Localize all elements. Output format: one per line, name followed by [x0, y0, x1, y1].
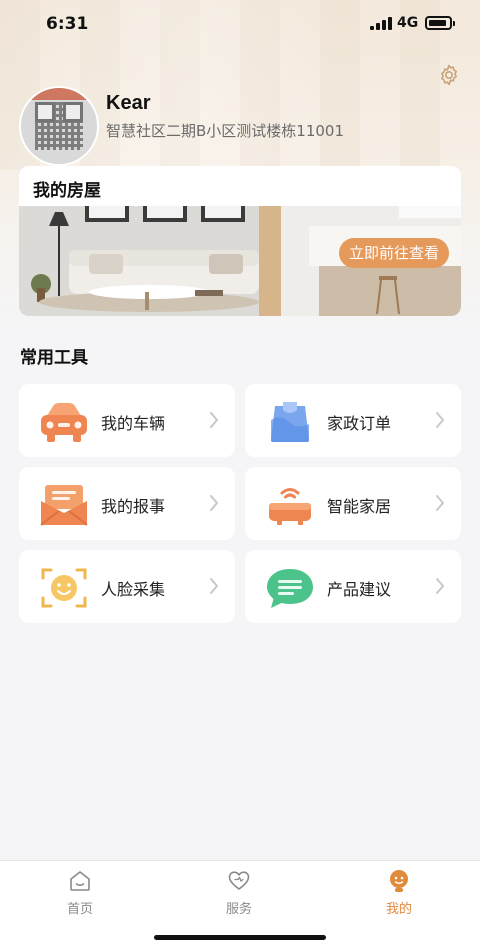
user-address: 智慧社区二期B小区测试楼栋11001 — [106, 122, 345, 140]
car-icon — [41, 403, 87, 442]
battery-level — [429, 20, 446, 26]
user-name: Kear — [106, 92, 151, 114]
my-house-card[interactable]: 我的房屋 立即前往查看 — [19, 166, 461, 316]
chevron-right-icon — [210, 495, 218, 511]
signal-icon — [370, 17, 392, 30]
living-room-image: 立即前往查看 — [19, 206, 461, 316]
tool-my-reports[interactable]: 我的报事 — [19, 467, 235, 540]
chevron-right-icon — [210, 578, 218, 594]
tools-title: 常用工具 — [20, 348, 88, 368]
settings-button[interactable] — [437, 63, 461, 87]
tool-my-vehicle[interactable]: 我的车辆 — [19, 384, 235, 457]
smart-home-icon — [269, 488, 311, 525]
battery-icon — [425, 16, 455, 30]
view-house-button[interactable]: 立即前往查看 — [338, 238, 449, 268]
tool-label: 我的报事 — [101, 497, 166, 516]
chevron-right-icon — [436, 495, 444, 511]
tool-smart-home[interactable]: 智能家居 — [245, 467, 461, 540]
profile-icon — [390, 870, 408, 892]
tool-label: 智能家居 — [327, 497, 392, 516]
tool-label: 我的车辆 — [101, 414, 166, 433]
nav-label: 首页 — [66, 902, 93, 917]
qr-code-image — [35, 102, 83, 150]
gear-icon — [441, 64, 457, 86]
nav-label: 服务 — [225, 902, 252, 917]
tool-product-suggestions[interactable]: 产品建议 — [245, 550, 461, 623]
nav-label: 我的 — [385, 902, 412, 917]
my-house-title: 我的房屋 — [33, 181, 101, 201]
tool-label: 家政订单 — [327, 414, 392, 433]
nav-home[interactable]: 首页 — [40, 869, 120, 917]
chevron-right-icon — [436, 578, 444, 594]
chevron-right-icon — [436, 412, 444, 428]
tool-label: 人脸采集 — [101, 580, 166, 599]
chat-bubble-icon — [267, 569, 313, 608]
home-icon — [70, 871, 90, 891]
nav-services[interactable]: 服务 — [199, 869, 279, 917]
tool-label: 产品建议 — [327, 580, 392, 599]
heart-icon — [228, 871, 250, 890]
network-label: 4G — [397, 15, 419, 31]
tool-face-capture[interactable]: 人脸采集 — [19, 550, 235, 623]
clipboard-icon — [271, 402, 309, 442]
nav-profile[interactable]: 我的 — [359, 869, 439, 917]
face-scan-icon — [41, 568, 87, 608]
profile-screen: 6:31 4G Kear 智慧社区二期B小区测试楼栋11001 我的房屋 立即前… — [0, 0, 480, 950]
home-indicator — [154, 935, 326, 940]
tool-housekeeping-orders[interactable]: 家政订单 — [245, 384, 461, 457]
chevron-right-icon — [210, 412, 218, 428]
avatar[interactable] — [19, 86, 99, 166]
status-bar: 6:31 4G — [0, 0, 480, 48]
mail-icon — [40, 485, 88, 526]
status-time: 6:31 — [46, 14, 89, 34]
